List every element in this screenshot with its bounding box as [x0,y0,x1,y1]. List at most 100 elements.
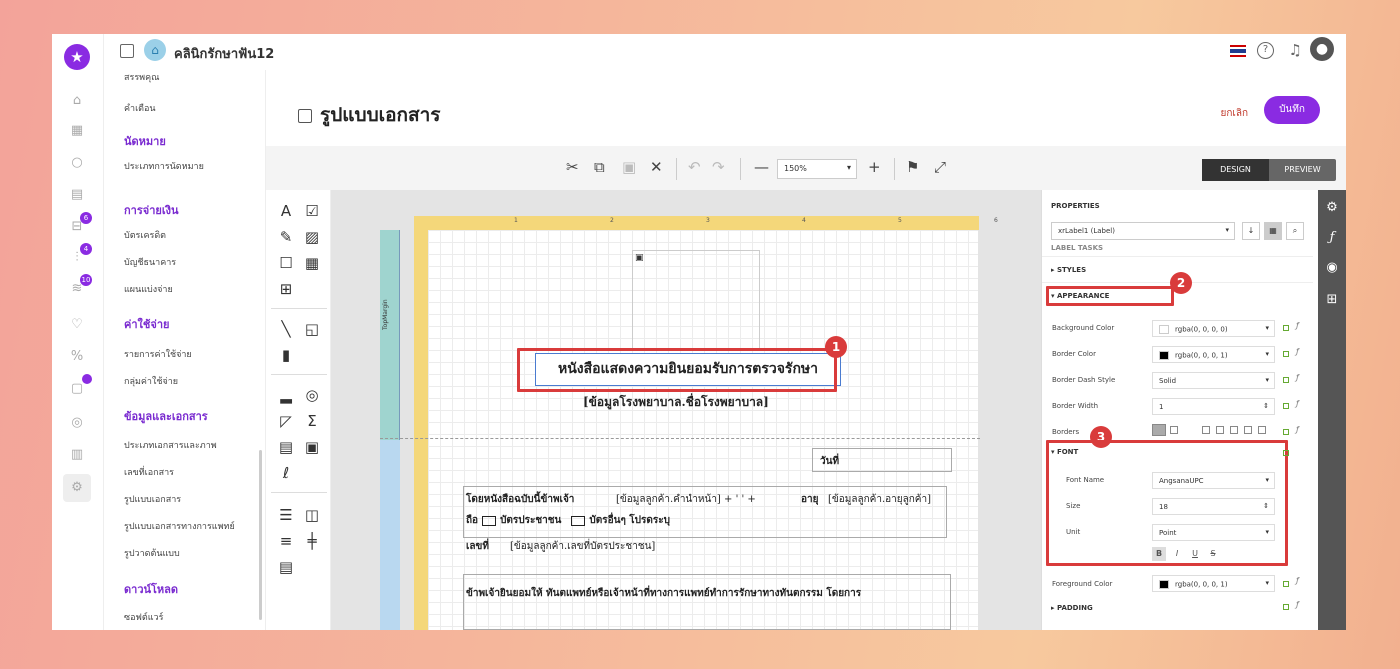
picture-box[interactable]: ▣ [632,250,760,350]
font-style-toggle[interactable]: S [1206,547,1220,561]
help-icon[interactable]: ? [1257,42,1274,59]
sidebar-scrollbar[interactable] [259,450,262,620]
crossband-tool-icon[interactable]: ╪ [302,532,322,550]
function-icon[interactable]: ƒ [1296,600,1299,609]
tooth-icon[interactable]: ♡ [68,316,86,334]
save-button[interactable]: บันทึก [1264,96,1320,124]
structure-icon[interactable]: ⊞ [1324,292,1340,307]
pdf-tool-icon[interactable]: ▣ [302,438,322,456]
sort-az-icon[interactable]: ↓ [1242,222,1260,240]
user-icon[interactable]: ○ [68,154,86,172]
sidebar-item[interactable]: รูปแบบเอกสารทางการแพทย์ [124,519,235,533]
sidebar-item[interactable]: ประเภทการนัดหมาย [124,159,204,173]
cut-icon[interactable]: ✂ [566,158,579,176]
consent-box[interactable] [463,574,951,630]
sidebar-item[interactable]: กลุ่มค่าใช้จ่าย [124,374,178,388]
charactercomb-tool-icon[interactable]: ⊞ [276,280,296,298]
number-field[interactable]: [ข้อมูลลูกค้า.เลขที่บัตรประชาชน] [510,539,655,554]
cancel-button[interactable]: ยกเลิก [1220,106,1248,121]
hold-label[interactable]: ถือ บัตรประชาชน บัตรอื่นๆ โปรดระบุ [466,513,670,528]
intro-text[interactable]: โดยหนังสือฉบับนี้ข้าพเจ้า [466,492,574,507]
gear-icon[interactable]: ⚙ [1324,200,1340,215]
border-side-toggle[interactable] [1230,426,1238,434]
border-side-toggle[interactable] [1244,426,1252,434]
zoom-in-icon[interactable]: + [868,158,881,176]
border-side-toggle[interactable] [1152,424,1166,436]
reset-marker[interactable] [1283,351,1289,357]
reset-marker[interactable] [1283,403,1289,409]
sidebar-item[interactable]: รูปวาดต้นแบบ [124,546,180,560]
font-style-toggle[interactable]: B [1152,547,1166,561]
sparkline-tool-icon[interactable]: ◸ [276,412,296,430]
property-input[interactable]: rgba(0, 0, 0, 1) ▾ [1152,346,1275,363]
report-icon[interactable]: ▢ [68,374,92,398]
sidebar-item[interactable]: ซอฟต์แวร์ [124,610,163,624]
sidebar-toggle-icon[interactable] [120,44,134,58]
function-icon[interactable]: ƒ [1296,399,1299,408]
age-field[interactable]: [ข้อมูลลูกค้า.อายุลูกค้า] [828,492,931,507]
border-side-toggle[interactable] [1258,426,1266,434]
band-topmargin[interactable]: TopMargin [380,230,400,440]
other-card-checkbox[interactable] [571,515,586,526]
hospital-field[interactable]: [ข้อมูลโรงพยาบาล.ชื่อโรงพยาบาล] [583,393,769,412]
band-tool-icon[interactable]: ▤ [276,558,296,576]
foreground-input[interactable]: rgba(0, 0, 0, 1) ▾ [1152,575,1275,592]
pagebreak-tool-icon[interactable]: ≡ [276,532,296,550]
function-icon[interactable]: ƒ [1296,347,1299,356]
sidebar-item[interactable]: รายการค่าใช้จ่าย [124,347,192,361]
subreport-tool-icon[interactable]: ◫ [302,506,322,524]
home-icon[interactable]: ⌂ [68,92,86,110]
design-surface[interactable]: 1 2 3 4 5 6 TopMargin ▣ หนังสือแสดงความยินยอม… [331,190,1041,630]
reset-marker[interactable] [1283,377,1289,383]
band-detail[interactable] [380,440,400,630]
number-label[interactable]: เลขที่ [466,539,489,554]
clinic-name[interactable]: คลินิกรักษาฟัน12 [174,43,274,64]
bell-icon[interactable]: ♫ [1289,41,1302,59]
money-icon[interactable]: ◎ [68,414,86,432]
function-icon[interactable]: ƒ [1296,321,1299,330]
panel-icon[interactable] [298,108,312,123]
paste-icon[interactable]: ▣ [622,158,636,176]
section-label-tasks[interactable]: LABEL TASKS [1051,244,1103,252]
expression-icon[interactable]: ƒ [1324,230,1340,245]
property-input[interactable]: 1 ⇕ [1152,398,1275,415]
gauge-tool-icon[interactable]: ◎ [302,386,322,404]
sum-tool-icon[interactable]: Σ [302,412,322,430]
checkbox-tool-icon[interactable]: ☑ [302,202,322,220]
fullscreen-icon[interactable]: ⤢ [934,158,946,176]
richtext-tool-icon[interactable]: ✎ [276,228,296,246]
reset-marker[interactable] [1283,604,1289,610]
property-input[interactable]: rgba(0, 0, 0, 0) ▾ [1152,320,1275,337]
validate-icon[interactable]: ⚑ [906,158,919,176]
categorize-icon[interactable]: ▦ [1264,222,1282,240]
sidebar-item[interactable]: สรรพคุณ [124,70,159,84]
sidebar-item[interactable]: บัญชีธนาคาร [124,255,176,269]
border-side-toggle[interactable] [1170,426,1178,434]
app-logo-icon[interactable]: ★ [64,44,90,70]
age-label[interactable]: อายุ [801,492,818,507]
font-property-input[interactable]: Point ▾ [1152,524,1275,541]
percent-icon[interactable]: % [68,348,86,366]
thai-flag-icon[interactable] [1230,45,1246,57]
reset-marker[interactable] [1283,450,1289,456]
line-tool-icon[interactable]: ╲ [276,320,296,338]
chart-tool-icon[interactable]: ▂ [276,386,296,404]
finance-icon[interactable]: ⫶ 4 [68,243,92,267]
border-side-toggle[interactable] [1202,426,1210,434]
signature-tool-icon[interactable]: ℓ [276,464,296,482]
redo-icon[interactable]: ↷ [712,158,725,176]
panel-tool-icon[interactable]: ☐ [276,254,296,272]
design-tab[interactable]: DESIGN [1202,159,1269,181]
zoom-out-icon[interactable]: — [754,158,769,176]
section-padding[interactable]: ▸ PADDING [1051,604,1093,612]
label-tool-icon[interactable]: A [276,202,296,220]
sidebar-item[interactable]: ประเภทเอกสารและภาพ [124,438,217,452]
function-icon[interactable]: ƒ [1296,425,1299,434]
toc-tool-icon[interactable]: ☰ [276,506,296,524]
sidebar-item[interactable]: คำเตือน [124,101,156,115]
sidebar-item[interactable]: เลขที่เอกสาร [124,465,174,479]
section-styles[interactable]: ▸ STYLES [1051,266,1086,274]
sidebar-item[interactable]: แผนแบ่งจ่าย [124,282,173,296]
consent-text[interactable]: ข้าพเจ้ายินยอมให้ ทันตแพทย์หรือเจ้าหน้าท… [466,586,861,601]
name-field[interactable]: [ข้อมูลลูกค้า.คำนำหน้า] + ' ' + [616,492,756,507]
